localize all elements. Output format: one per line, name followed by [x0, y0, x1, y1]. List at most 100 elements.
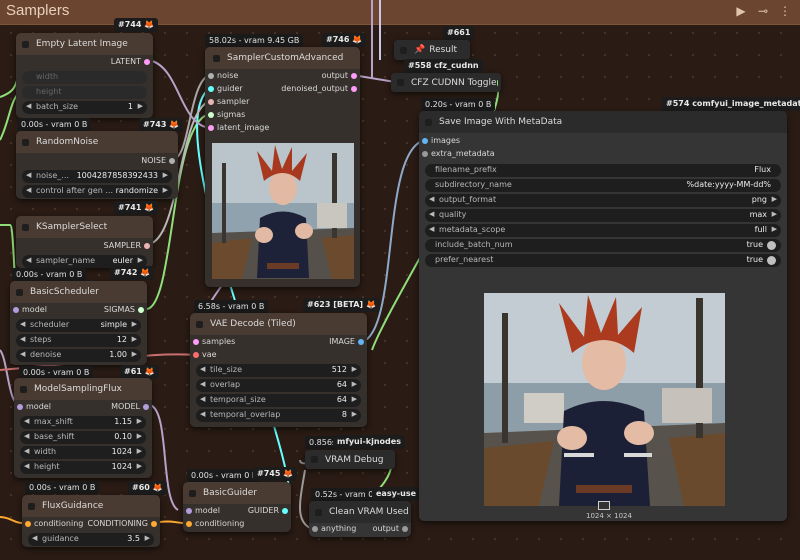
node-header[interactable]: Clean VRAM Used [309, 501, 411, 523]
increment-icon[interactable]: ▶ [145, 534, 150, 542]
quality-select[interactable]: ◀ quality max ▶ [425, 209, 781, 222]
node-header[interactable]: ModelSamplingFlux [14, 378, 152, 400]
node-header[interactable]: VAE Decode (Tiled) [190, 313, 367, 335]
images-input-socket[interactable] [422, 138, 428, 144]
collapse-dot-icon[interactable] [400, 46, 407, 54]
node-cfz-cudnn-toggle[interactable]: CFZ CUDNN Toggle [391, 73, 501, 92]
overlap-widget[interactable]: ◀ overlap 64 ▶ [196, 379, 361, 392]
increment-icon[interactable]: ▶ [132, 350, 137, 358]
anything-input-socket[interactable] [312, 526, 318, 532]
collapse-dot-icon[interactable] [22, 40, 29, 48]
decrement-icon[interactable]: ◀ [26, 171, 31, 179]
collapse-dot-icon[interactable] [213, 54, 220, 62]
node-header[interactable]: RandomNoise [16, 131, 178, 153]
decrement-icon[interactable]: ◀ [20, 320, 25, 328]
node-header[interactable]: CFZ CUDNN Toggle [391, 73, 501, 92]
conditioning-input-socket[interactable] [186, 521, 192, 527]
temporal-overlap-widget[interactable]: ◀ temporal_overlap 8 ▶ [196, 409, 361, 422]
decrement-icon[interactable]: ◀ [429, 195, 434, 203]
temporal-size-widget[interactable]: ◀ temporal_size 64 ▶ [196, 394, 361, 407]
toggle-knob-icon[interactable] [767, 241, 776, 250]
node-header[interactable]: FluxGuidance [22, 495, 160, 517]
batch-size-widget[interactable]: ◀ batch_size 1 ▶ [22, 101, 147, 114]
decrement-icon[interactable]: ◀ [200, 380, 205, 388]
include-batch-num-toggle[interactable]: include_batch_num true [425, 239, 781, 252]
node-basic-guider[interactable]: BasicGuider model GUIDER conditioning [183, 482, 291, 532]
increment-icon[interactable]: ▶ [163, 186, 168, 194]
height-widget[interactable]: height [22, 86, 147, 99]
noise-input-socket[interactable] [208, 73, 214, 79]
collapse-dot-icon[interactable] [20, 385, 27, 393]
decrement-icon[interactable]: ◀ [24, 462, 29, 470]
conditioning-output-socket[interactable] [151, 521, 157, 527]
increment-icon[interactable]: ▶ [352, 365, 357, 373]
decrement-icon[interactable]: ◀ [200, 395, 205, 403]
sampler-output-socket[interactable] [144, 243, 150, 249]
increment-icon[interactable]: ▶ [352, 395, 357, 403]
node-header[interactable]: BasicScheduler [10, 281, 147, 303]
decrement-icon[interactable]: ◀ [26, 186, 31, 194]
latent-output-socket[interactable] [144, 59, 150, 65]
node-vram-debug[interactable]: VRAM Debug [305, 450, 395, 469]
model-input-socket[interactable] [186, 508, 192, 514]
increment-icon[interactable]: ▶ [352, 380, 357, 388]
decrement-icon[interactable]: ◀ [429, 225, 434, 233]
noise-seed-widget[interactable]: ◀ noise_... 1004287858392433 ▶ [22, 170, 172, 183]
decrement-icon[interactable]: ◀ [200, 365, 205, 373]
node-clean-vram-used[interactable]: Clean VRAM Used anything output [309, 501, 411, 537]
collapse-dot-icon[interactable] [315, 508, 322, 516]
decrement-icon[interactable]: ◀ [429, 210, 434, 218]
increment-icon[interactable]: ▶ [352, 410, 357, 418]
collapse-dot-icon[interactable] [425, 118, 432, 126]
denoise-widget[interactable]: ◀ denoise 1.00 ▶ [16, 349, 141, 362]
play-icon[interactable]: ▶ [734, 4, 748, 18]
decrement-icon[interactable]: ◀ [24, 447, 29, 455]
output-format-select[interactable]: ◀ output_format png ▶ [425, 194, 781, 207]
steps-widget[interactable]: ◀ steps 12 ▶ [16, 334, 141, 347]
latent-image-input-socket[interactable] [208, 125, 214, 131]
node-header[interactable]: KSamplerSelect [16, 216, 153, 238]
toggle-knob-icon[interactable] [767, 256, 776, 265]
node-sampler-custom-advanced[interactable]: SamplerCustomAdvanced noise output guider… [205, 47, 360, 287]
node-basic-scheduler[interactable]: BasicScheduler model SIGMAS ◀ scheduler sim… [10, 281, 147, 365]
sigmas-output-socket[interactable] [138, 307, 144, 313]
decrement-icon[interactable]: ◀ [200, 410, 205, 418]
width-widget[interactable]: ◀ width 1024 ▶ [20, 446, 146, 459]
collapse-dot-icon[interactable] [311, 456, 318, 463]
collapse-dot-icon[interactable] [189, 489, 196, 497]
increment-icon[interactable]: ▶ [138, 256, 143, 264]
scheduler-widget[interactable]: ◀ scheduler simple ▶ [16, 319, 141, 332]
node-save-image-with-metadata[interactable]: Save Image With MetaData images extra_me… [419, 111, 787, 521]
vae-input-socket[interactable] [193, 352, 199, 358]
tile-size-widget[interactable]: ◀ tile_size 512 ▶ [196, 364, 361, 377]
node-random-noise[interactable]: RandomNoise NOISE ◀ noise_... 100428785839… [16, 131, 178, 199]
model-input-socket[interactable] [13, 307, 19, 313]
collapse-dot-icon[interactable] [16, 288, 23, 296]
node-vae-decode-tiled[interactable]: VAE Decode (Tiled) samples IMAGE vae ◀ til… [190, 313, 367, 427]
increment-icon[interactable]: ▶ [772, 195, 777, 203]
height-widget[interactable]: ◀ height 1024 ▶ [20, 461, 146, 474]
model-input-socket[interactable] [17, 404, 23, 410]
sampler-input-socket[interactable] [208, 99, 214, 105]
increment-icon[interactable]: ▶ [132, 335, 137, 343]
guider-input-socket[interactable] [208, 86, 214, 92]
decrement-icon[interactable]: ◀ [26, 102, 31, 110]
collapse-dot-icon[interactable] [196, 320, 203, 328]
decrement-icon[interactable]: ◀ [32, 534, 37, 542]
increment-icon[interactable]: ▶ [132, 320, 137, 328]
decrement-icon[interactable]: ◀ [24, 417, 29, 425]
increment-icon[interactable]: ▶ [137, 417, 142, 425]
node-result[interactable]: 📌 Result [394, 40, 470, 60]
increment-icon[interactable]: ▶ [137, 447, 142, 455]
node-header[interactable]: Empty Latent Image [16, 33, 153, 55]
control-after-generate-widget[interactable]: ◀ control after gen ... randomize ▶ [22, 185, 172, 198]
conditioning-input-socket[interactable] [25, 521, 31, 527]
collapse-dot-icon[interactable] [28, 502, 35, 510]
increment-icon[interactable]: ▶ [138, 102, 143, 110]
samples-input-socket[interactable] [193, 339, 199, 345]
extra-metadata-input-socket[interactable] [422, 151, 428, 157]
increment-icon[interactable]: ▶ [163, 171, 168, 179]
noise-output-socket[interactable] [169, 158, 175, 164]
guidance-widget[interactable]: ◀ guidance 3.5 ▶ [28, 533, 154, 546]
image-resize-handle-icon[interactable] [598, 501, 610, 510]
